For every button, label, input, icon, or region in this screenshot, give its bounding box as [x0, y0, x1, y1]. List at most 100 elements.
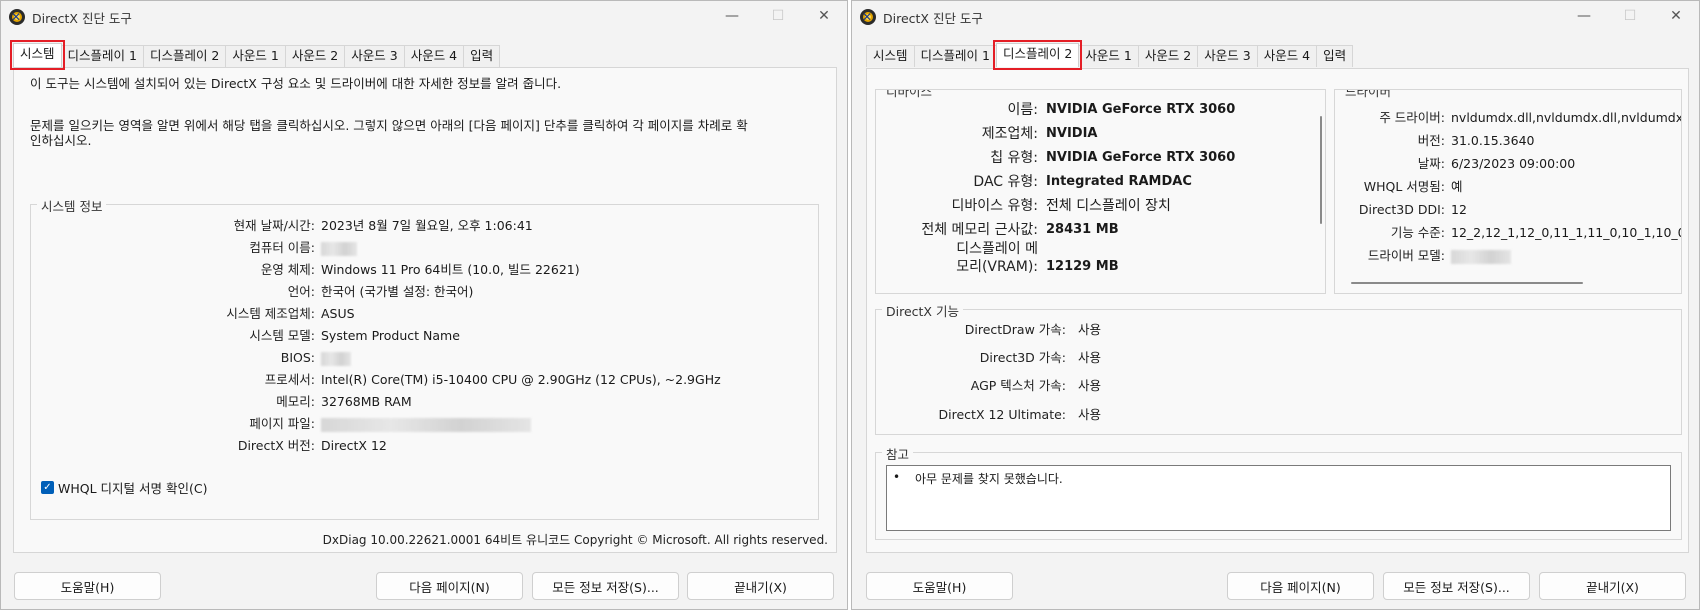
info-value: Windows 11 Pro 64비트 (10.0, 빌드 22621): [321, 262, 580, 277]
close-button[interactable]: ✕: [1653, 1, 1699, 31]
driver-value: nvldumdx.dll,nvldumdx.dll,nvldumdx.dll: [1451, 110, 1682, 125]
tab-sound-1[interactable]: 사운드 1: [225, 45, 286, 67]
feature-label: DirectX 12 Ultimate:: [938, 407, 1066, 422]
system-info-group: 시스템 정보 현재 날짜/시간: 2023년 8월 7일 월요일, 오후 1:0…: [30, 196, 819, 520]
tab-sound-1[interactable]: 사운드 1: [1078, 45, 1139, 67]
tab-display-2[interactable]: 디스플레이 2: [992, 40, 1083, 70]
driver-label: 드라이버 모델:: [1367, 248, 1445, 263]
device-row-manufacturer: 제조업체: NVIDIA: [876, 122, 1098, 146]
device-row-name: 이름: NVIDIA GeForce RTX 3060: [876, 98, 1236, 122]
driver-label: 날짜:: [1417, 156, 1445, 171]
maximize-button: ☐: [771, 8, 785, 24]
info-value: Intel(R) Core(TM) i5-10400 CPU @ 2.90GHz…: [321, 372, 721, 387]
info-value: 2023년 8월 7일 월요일, 오후 1:06:41: [321, 218, 533, 233]
directx-icon: [9, 9, 25, 25]
device-row-dac-type: DAC 유형: Integrated RAMDAC: [876, 170, 1192, 194]
minimize-button[interactable]: —: [1561, 1, 1607, 31]
info-label: 운영 체제:: [260, 262, 315, 277]
tab-sound-4[interactable]: 사운드 4: [1256, 45, 1318, 67]
tab-input[interactable]: 입력: [1316, 45, 1354, 67]
info-row-os: 운영 체제: Windows 11 Pro 64비트 (10.0, 빌드 226…: [31, 262, 580, 278]
info-value: DirectX 12: [321, 438, 387, 453]
next-page-button[interactable]: 다음 페이지(N): [376, 572, 523, 600]
info-value: [321, 350, 351, 366]
save-all-info-button[interactable]: 모든 정보 저장(S)...: [1383, 572, 1530, 600]
tab-strip: 시스템 디스플레이 1 디스플레이 2 사운드 1 사운드 2 사운드 3 사운…: [866, 40, 1354, 70]
help-button[interactable]: 도움말(H): [14, 572, 161, 600]
save-all-info-button[interactable]: 모든 정보 저장(S)...: [532, 572, 679, 600]
driver-row-d3d-ddi: Direct3D DDI: 12: [1335, 202, 1467, 218]
tab-display-2[interactable]: 디스플레이 2: [142, 45, 227, 67]
info-label: 현재 날짜/시간:: [233, 218, 315, 233]
info-label: BIOS:: [280, 350, 315, 365]
whql-check-row[interactable]: ✓ WHQL 디지털 서명 확인(C): [41, 478, 207, 497]
tab-input[interactable]: 입력: [463, 45, 501, 67]
vram-label-line-2: 모리(VRAM):: [956, 259, 1038, 275]
tab-sound-4[interactable]: 사운드 4: [403, 45, 465, 67]
window-title: DirectX 진단 도구: [883, 10, 983, 26]
exit-button[interactable]: 끝내기(X): [1539, 572, 1686, 600]
driver-scrollbar[interactable]: [1351, 282, 1583, 284]
feature-label: AGP 텍스처 가속:: [970, 378, 1066, 393]
tab-display-1[interactable]: 디스플레이 1: [913, 45, 997, 67]
maximize-button: ☐: [1623, 8, 1637, 24]
device-value: Integrated RAMDAC: [1046, 174, 1192, 189]
info-row-directx-version: DirectX 버전: DirectX 12: [31, 438, 387, 454]
device-row-chip-type: 칩 유형: NVIDIA GeForce RTX 3060: [876, 146, 1235, 170]
window-controls: — ☐ ✕: [1561, 1, 1699, 33]
device-value: 전체 디스플레이 장치: [1046, 198, 1171, 214]
tab-sound-2[interactable]: 사운드 2: [284, 45, 346, 67]
next-page-button[interactable]: 다음 페이지(N): [1227, 572, 1374, 600]
info-label: 시스템 제조업체:: [226, 306, 315, 321]
notes-textbox[interactable]: • 아무 문제를 찾지 못했습니다.: [886, 465, 1671, 531]
note-text: 아무 문제를 찾지 못했습니다.: [915, 472, 1063, 486]
help-button[interactable]: 도움말(H): [866, 572, 1013, 600]
info-label: DirectX 버전:: [237, 438, 315, 453]
device-label: 디스플레이 메 모리(VRAM):: [876, 240, 1046, 276]
driver-row-feature-levels: 기능 수준: 12_2,12_1,12_0,11_1,11_0,10_1,10_…: [1335, 225, 1682, 241]
device-value: NVIDIA GeForce RTX 3060: [1046, 102, 1236, 117]
info-row-processor: 프로세서: Intel(R) Core(TM) i5-10400 CPU @ 2…: [31, 372, 721, 388]
driver-value: [1451, 248, 1511, 264]
driver-label: 버전:: [1417, 133, 1445, 148]
driver-label: WHQL 서명됨:: [1363, 179, 1445, 194]
feature-row-agp: AGP 텍스처 가속: 사용: [876, 378, 1101, 394]
info-row-bios: BIOS:: [31, 350, 351, 366]
note-item: • 아무 문제를 찾지 못했습니다.: [893, 470, 1063, 487]
redacted-value: [321, 351, 351, 366]
info-value: [321, 416, 531, 432]
tab-sound-3[interactable]: 사운드 3: [344, 45, 405, 67]
info-row-page-file: 페이지 파일:: [31, 416, 531, 432]
feature-row-directdraw: DirectDraw 가속: 사용: [876, 322, 1101, 338]
driver-value: 12_2,12_1,12_0,11_1,11_0,10_1,10_0,9_: [1451, 225, 1682, 240]
tab-display-1[interactable]: 디스플레이 1: [60, 45, 144, 67]
info-label: 프로세서:: [264, 372, 315, 387]
driver-row-model: 드라이버 모델:: [1335, 248, 1511, 264]
exit-button[interactable]: 끝내기(X): [687, 572, 834, 600]
device-value: 28431 MB: [1046, 222, 1119, 237]
device-value: NVIDIA: [1046, 126, 1098, 141]
device-scrollbar[interactable]: [1320, 116, 1322, 224]
display-2-tab-panel: 디바이스 이름: NVIDIA GeForce RTX 3060 제조업체: N…: [866, 68, 1689, 553]
info-value: 32768MB RAM: [321, 394, 412, 409]
tab-sound-2[interactable]: 사운드 2: [1137, 45, 1199, 67]
whql-checkbox[interactable]: ✓: [41, 481, 54, 494]
info-value: [321, 240, 357, 256]
directx-icon: [860, 9, 876, 25]
feature-value: 사용: [1078, 350, 1102, 365]
redacted-value: [1451, 249, 1511, 264]
tab-system[interactable]: 시스템: [10, 40, 65, 70]
info-value: ASUS: [321, 306, 355, 321]
tab-system[interactable]: 시스템: [866, 45, 915, 67]
info-value: 한국어 (국가별 설정: 한국어): [321, 284, 474, 299]
device-label: 이름:: [1007, 102, 1038, 118]
tab-sound-3[interactable]: 사운드 3: [1197, 45, 1258, 67]
dxdiag-window-system: DirectX 진단 도구 — ☐ ✕ 시스템 디스플레이 1 디스플레이 2 …: [0, 0, 848, 610]
driver-label: Direct3D DDI:: [1358, 202, 1445, 217]
dxdiag-window-display-2: DirectX 진단 도구 — ☐ ✕ 시스템 디스플레이 1 디스플레이 2 …: [851, 0, 1700, 610]
feature-label: DirectDraw 가속:: [964, 322, 1066, 337]
minimize-button[interactable]: —: [709, 1, 755, 31]
info-label: 언어:: [287, 284, 315, 299]
close-button[interactable]: ✕: [801, 1, 847, 31]
driver-group: 드라이버 주 드라이버: nvldumdx.dll,nvldumdx.dll,n…: [1334, 89, 1682, 294]
